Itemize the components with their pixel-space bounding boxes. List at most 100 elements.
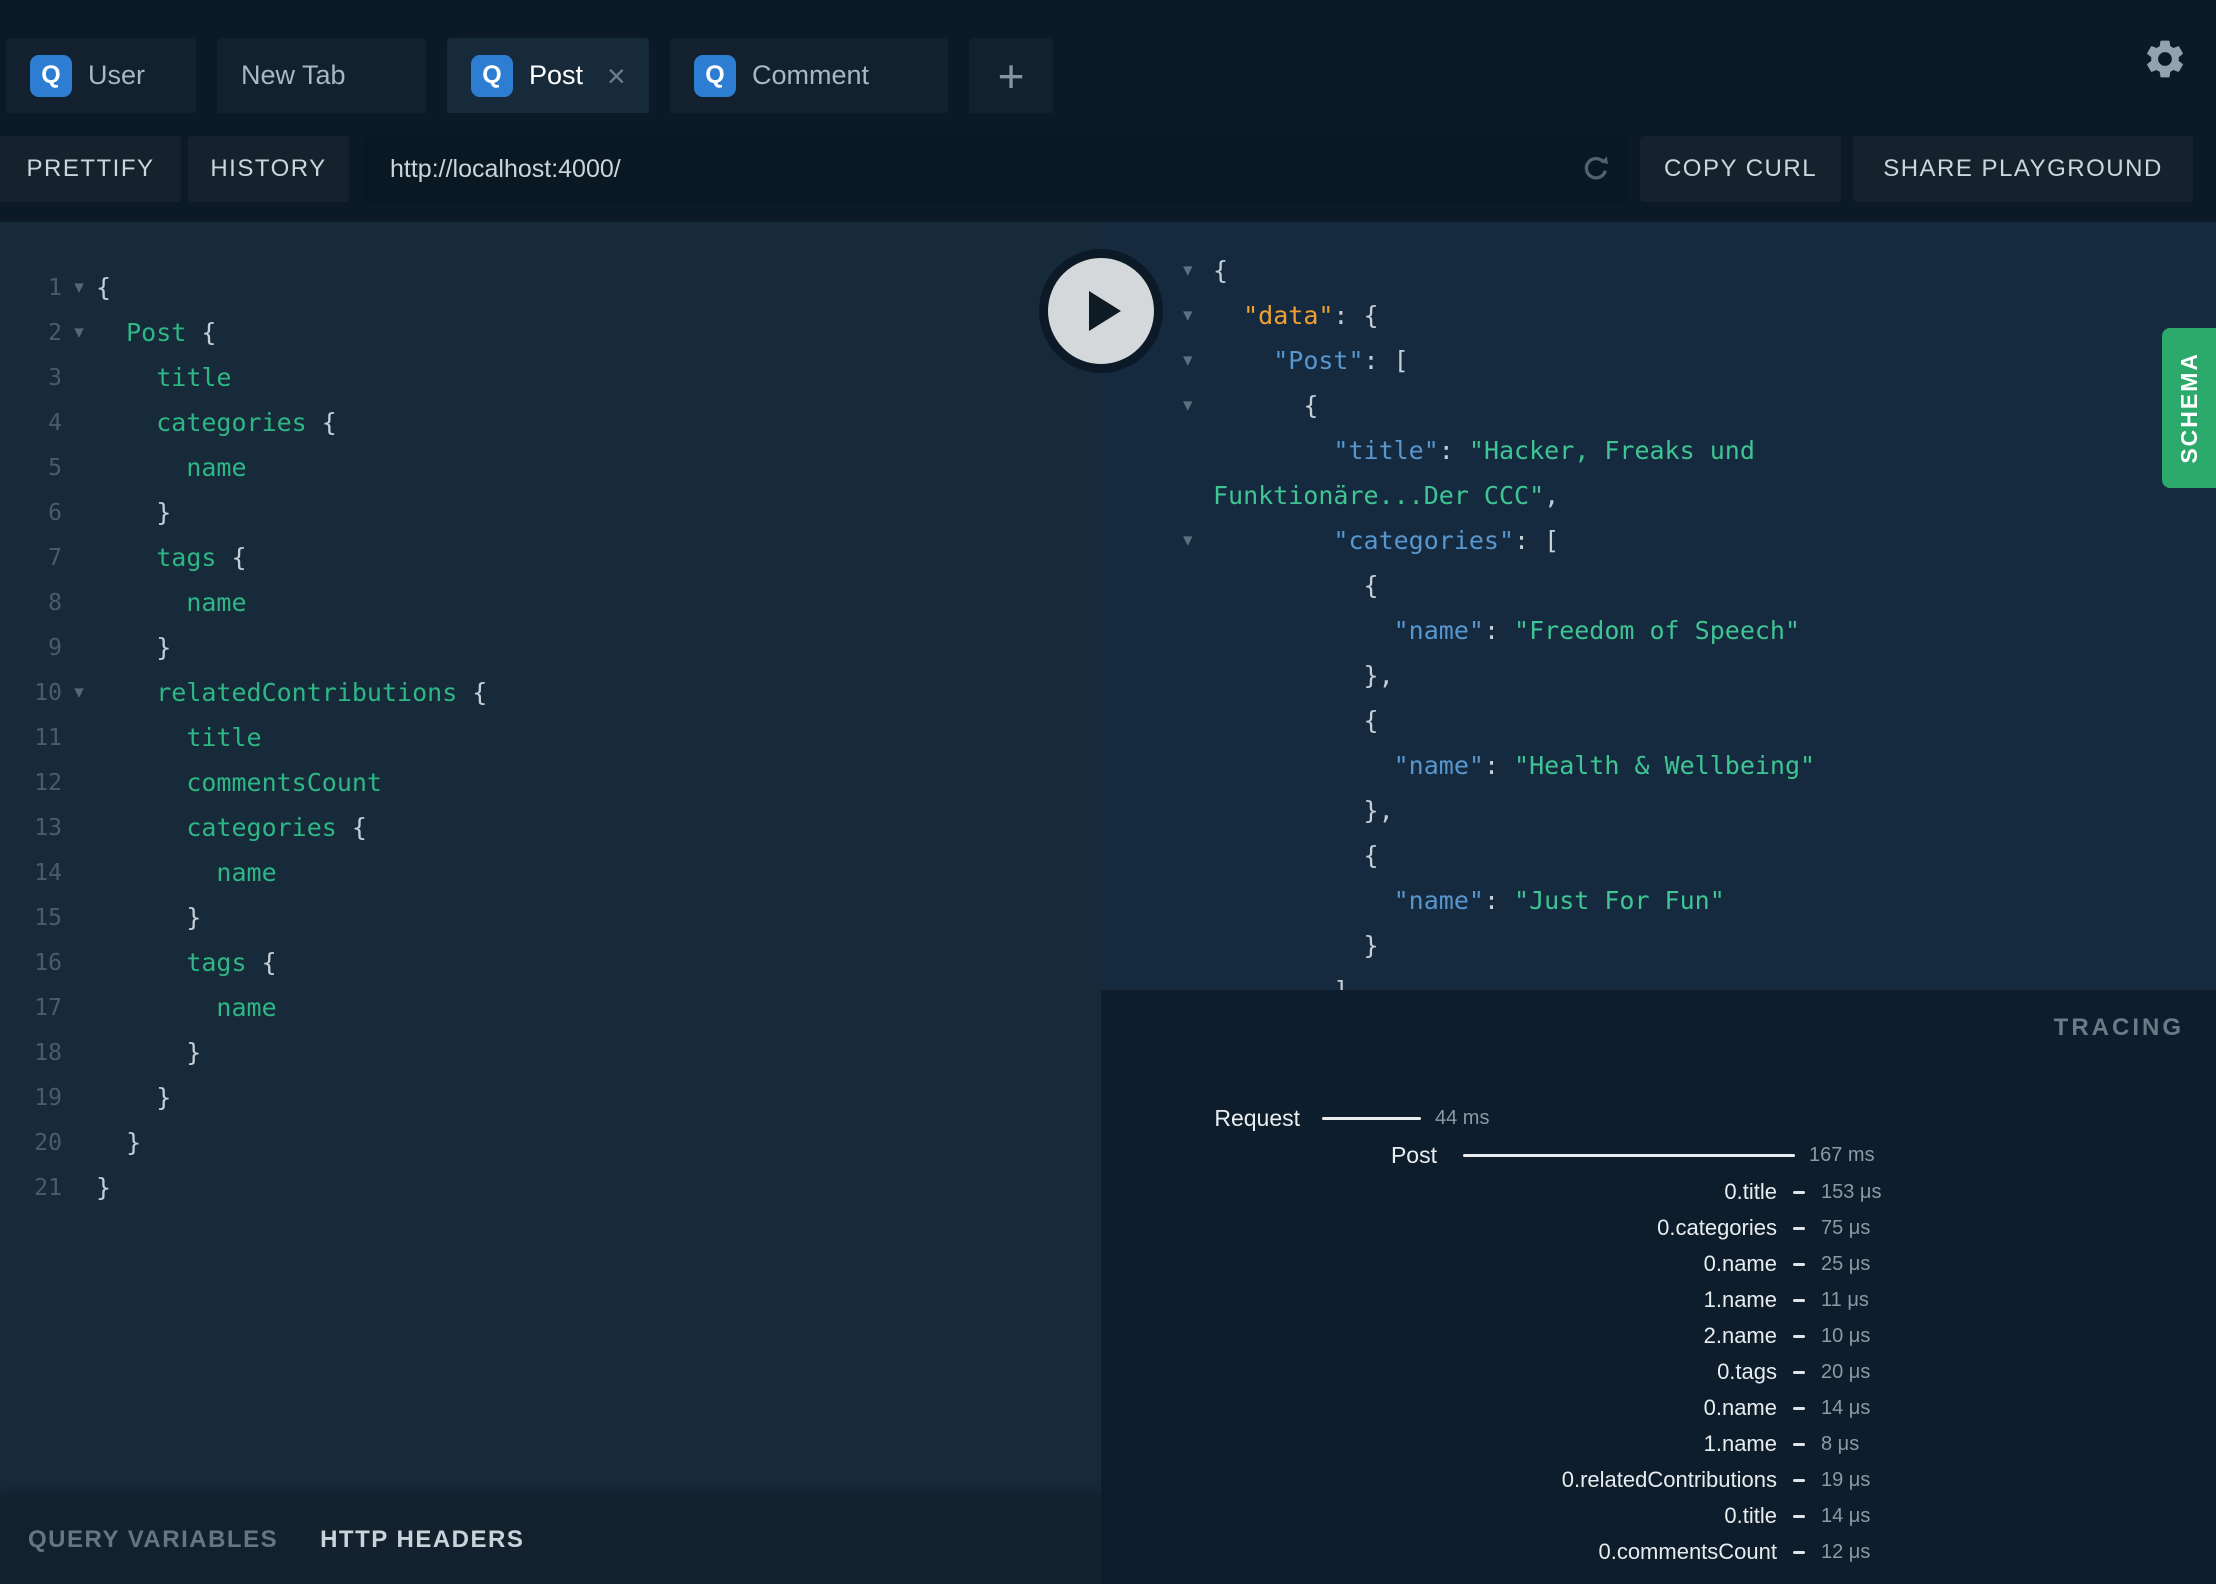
editor-line[interactable]: 17 name	[0, 985, 1101, 1030]
editor-line[interactable]: 3 title	[0, 355, 1101, 400]
editor-line[interactable]: 9 }	[0, 625, 1101, 670]
line-number: 10	[34, 679, 62, 706]
play-icon	[1089, 291, 1121, 331]
line-number: 12	[34, 769, 62, 796]
schema-tab-label: SCHEMA	[2175, 352, 2202, 464]
fold-arrow-icon[interactable]: ▾	[62, 681, 96, 704]
trace-row-bar	[1793, 1298, 1805, 1302]
schema-tab-button[interactable]: SCHEMA	[2162, 328, 2216, 488]
tracing-panel: TRACING Request 44 ms Post 167 ms 0.titl…	[1101, 990, 2216, 1584]
response-line: "name": "Just For Fun"	[1393, 886, 1725, 915]
close-icon[interactable]: ×	[607, 60, 626, 92]
trace-row-bar	[1793, 1262, 1805, 1266]
trace-row-bar	[1793, 1406, 1805, 1410]
editor-line[interactable]: 5 name	[0, 445, 1101, 490]
plus-icon: +	[997, 49, 1025, 102]
editor-line-code: }	[96, 1173, 112, 1202]
fold-arrow-icon[interactable]: ▾	[1183, 518, 1193, 563]
editor-line[interactable]: 4 categories {	[0, 400, 1101, 445]
editor-line[interactable]: 16 tags {	[0, 940, 1101, 985]
editor-line[interactable]: 13 categories {	[0, 805, 1101, 850]
query-icon: Q	[30, 54, 72, 97]
trace-row-time: 20 μs	[1821, 1360, 1871, 1383]
fold-arrow-icon[interactable]: ▾	[62, 276, 96, 299]
share-playground-button[interactable]: SHARE PLAYGROUND	[1853, 136, 2193, 202]
editor-line[interactable]: 19 }	[0, 1075, 1101, 1120]
editor-line-code: title	[156, 363, 232, 392]
response-line: ▾ "Post": [	[1183, 338, 1903, 383]
line-number: 5	[48, 454, 62, 481]
editor-line[interactable]: 21}	[0, 1165, 1101, 1210]
trace-row-label: 0.tags	[1717, 1359, 1777, 1384]
reload-icon[interactable]	[1579, 152, 1613, 186]
editor-line[interactable]: 15 }	[0, 895, 1101, 940]
trace-root-bar	[1463, 1153, 1795, 1157]
trace-row-label: 0.name	[1703, 1395, 1777, 1420]
fold-arrow-icon[interactable]: ▾	[1183, 293, 1193, 338]
editor-line-code: }	[96, 633, 172, 662]
editor-line-code: Post {	[126, 318, 217, 347]
editor-line[interactable]: 11 title	[0, 715, 1101, 760]
trace-row-label: 0.name	[1703, 1251, 1777, 1276]
query-editor-pane[interactable]: 1 ▾{2 ▾ Post {3 title 4 categories {5 name 6…	[0, 222, 1101, 1584]
http-headers-tab[interactable]: HTTP HEADERS	[320, 1526, 524, 1554]
trace-row-bar	[1793, 1514, 1805, 1518]
response-line: ▾ "data": {	[1183, 293, 1903, 338]
response-lines: ▾ { ▾ "data": {▾ "Post": [▾ { "title": "Ha…	[1183, 248, 1903, 990]
new-tab-button[interactable]: +	[969, 38, 1053, 113]
trace-row: 0.categories 75 μs	[1101, 1210, 2216, 1246]
response-line: }	[1213, 931, 1379, 960]
response-line: ▾ {	[1183, 383, 1903, 428]
trace-request-bar	[1322, 1116, 1421, 1120]
editor-line[interactable]: 10 ▾ relatedContributions {	[0, 670, 1101, 715]
trace-row-bar	[1793, 1190, 1805, 1194]
editor-line[interactable]: 2 ▾ Post {	[0, 310, 1101, 355]
trace-row-time: 153 μs	[1821, 1180, 1882, 1203]
trace-row-time: 75 μs	[1821, 1216, 1871, 1239]
tab-comment[interactable]: Q Comment	[670, 38, 948, 113]
tab-new-tab[interactable]: New Tab	[217, 38, 426, 113]
execute-query-button[interactable]	[1039, 249, 1163, 373]
editor-line[interactable]: 18 }	[0, 1030, 1101, 1075]
editor-line[interactable]: 1 ▾{	[0, 265, 1101, 310]
trace-root-time: 167 ms	[1809, 1143, 1875, 1166]
editor-line-code: commentsCount	[186, 768, 382, 797]
trace-row-label: 1.name	[1703, 1287, 1777, 1312]
fold-arrow-icon[interactable]: ▾	[1183, 248, 1193, 293]
tracing-title: TRACING	[2053, 1014, 2184, 1041]
endpoint-url-input[interactable]	[362, 136, 1627, 202]
editor-bottom-bar: QUERY VARIABLES HTTP HEADERS	[0, 1495, 1101, 1584]
fold-arrow-icon[interactable]: ▾	[62, 321, 96, 344]
trace-row-time: 14 μs	[1821, 1396, 1871, 1419]
settings-gear-icon[interactable]	[2142, 36, 2188, 82]
prettify-button[interactable]: PRETTIFY	[0, 136, 181, 202]
editor-line-code: }	[96, 903, 202, 932]
trace-row-bar	[1793, 1334, 1805, 1338]
trace-row: 0.name 25 μs	[1101, 1246, 2216, 1282]
response-line: "name": "Freedom of Speech"	[1393, 616, 1801, 645]
line-number: 7	[48, 544, 62, 571]
editor-line[interactable]: 6 }	[0, 490, 1101, 535]
editor-line[interactable]: 12 commentsCount	[0, 760, 1101, 805]
editor-line[interactable]: 20 }	[0, 1120, 1101, 1165]
query-variables-tab[interactable]: QUERY VARIABLES	[28, 1526, 278, 1554]
tab-new-tab-label: New Tab	[241, 60, 346, 90]
tab-user[interactable]: Q User	[6, 38, 196, 113]
line-number: 17	[34, 994, 62, 1021]
fold-arrow-icon[interactable]: ▾	[1183, 338, 1193, 383]
line-number: 15	[34, 904, 62, 931]
copy-curl-button[interactable]: COPY CURL	[1640, 136, 1841, 202]
endpoint-url-bar	[362, 136, 1627, 202]
editor-line-code: name	[186, 453, 247, 482]
response-line: "title": "Hacker, Freaks und Funktionäre…	[1213, 436, 1770, 510]
history-button[interactable]: HISTORY	[188, 136, 349, 202]
line-number: 13	[34, 814, 62, 841]
editor-line[interactable]: 8 name	[0, 580, 1101, 625]
editor-line-code: name	[216, 858, 277, 887]
fold-arrow-icon[interactable]: ▾	[1183, 383, 1193, 428]
editor-line[interactable]: 14 name	[0, 850, 1101, 895]
editor-line[interactable]: 7 tags {	[0, 535, 1101, 580]
response-line: {	[1213, 706, 1379, 735]
tab-post[interactable]: Q Post ×	[447, 38, 649, 113]
trace-row: 0.title 14 μs	[1101, 1498, 2216, 1534]
